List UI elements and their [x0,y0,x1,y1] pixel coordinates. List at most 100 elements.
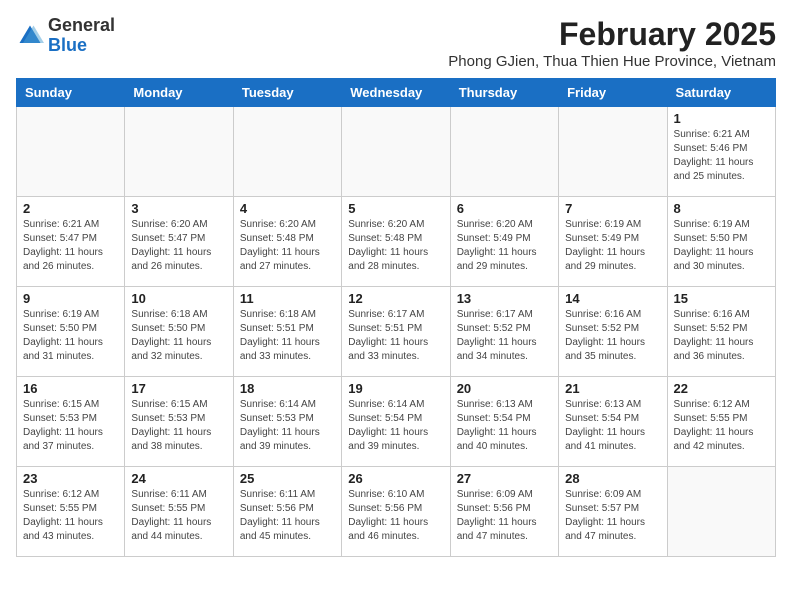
calendar-header-thursday: Thursday [450,79,558,107]
calendar-cell: 11 Sunrise: 6:18 AM Sunset: 5:51 PM Dayli… [233,287,341,377]
calendar-cell: 13 Sunrise: 6:17 AM Sunset: 5:52 PM Dayli… [450,287,558,377]
week-row-3: 9 Sunrise: 6:19 AM Sunset: 5:50 PM Daylig… [17,287,776,377]
calendar-cell: 19 Sunrise: 6:14 AM Sunset: 5:54 PM Dayli… [342,377,450,467]
day-number: 14 [565,291,660,306]
calendar-cell: 21 Sunrise: 6:13 AM Sunset: 5:54 PM Dayli… [559,377,667,467]
day-info: Sunrise: 6:18 AM Sunset: 5:50 PM Dayligh… [131,308,226,364]
calendar-header-monday: Monday [125,79,233,107]
day-info: Sunrise: 6:12 AM Sunset: 5:55 PM Dayligh… [674,398,769,454]
day-info: Sunrise: 6:11 AM Sunset: 5:56 PM Dayligh… [240,488,335,544]
day-info: Sunrise: 6:19 AM Sunset: 5:50 PM Dayligh… [674,218,769,274]
calendar-cell: 6 Sunrise: 6:20 AM Sunset: 5:49 PM Daylig… [450,197,558,287]
calendar-cell: 2 Sunrise: 6:21 AM Sunset: 5:47 PM Daylig… [17,197,125,287]
day-number: 15 [674,291,769,306]
calendar-cell [450,107,558,197]
day-number: 26 [348,471,443,486]
calendar-header-tuesday: Tuesday [233,79,341,107]
calendar-cell: 9 Sunrise: 6:19 AM Sunset: 5:50 PM Daylig… [17,287,125,377]
calendar-cell [667,467,775,557]
day-number: 6 [457,201,552,216]
calendar-table: SundayMondayTuesdayWednesdayThursdayFrid… [16,78,776,557]
calendar-cell: 7Sunrise: 6:19 AM Sunset: 5:49 PM Daylig… [559,197,667,287]
calendar-header-sunday: Sunday [17,79,125,107]
calendar-cell: 16 Sunrise: 6:15 AM Sunset: 5:53 PM Dayli… [17,377,125,467]
calendar-cell: 23 Sunrise: 6:12 AM Sunset: 5:55 PM Dayli… [17,467,125,557]
week-row-2: 2 Sunrise: 6:21 AM Sunset: 5:47 PM Daylig… [17,197,776,287]
calendar-header-wednesday: Wednesday [342,79,450,107]
calendar-cell: 18 Sunrise: 6:14 AM Sunset: 5:53 PM Dayli… [233,377,341,467]
day-info: Sunrise: 6:15 AM Sunset: 5:53 PM Dayligh… [131,398,226,454]
day-info: Sunrise: 6:17 AM Sunset: 5:52 PM Dayligh… [457,308,552,364]
calendar-subtitle: Phong GJien, Thua Thien Hue Province, Vi… [448,53,776,70]
logo: General Blue [16,16,115,56]
calendar-cell: 4 Sunrise: 6:20 AM Sunset: 5:48 PM Daylig… [233,197,341,287]
logo-icon [16,22,44,50]
day-number: 11 [240,291,335,306]
day-number: 10 [131,291,226,306]
day-info: Sunrise: 6:11 AM Sunset: 5:55 PM Dayligh… [131,488,226,544]
day-number: 3 [131,201,226,216]
day-number: 9 [23,291,118,306]
day-info: Sunrise: 6:19 AM Sunset: 5:50 PM Dayligh… [23,308,118,364]
day-number: 22 [674,381,769,396]
day-number: 21 [565,381,660,396]
day-info: Sunrise: 6:19 AM Sunset: 5:49 PM Dayligh… [565,218,660,274]
day-number: 28 [565,471,660,486]
day-number: 27 [457,471,552,486]
calendar-cell: 10 Sunrise: 6:18 AM Sunset: 5:50 PM Dayli… [125,287,233,377]
logo-blue-text: Blue [48,35,87,55]
calendar-cell: 12Sunrise: 6:17 AM Sunset: 5:51 PM Dayli… [342,287,450,377]
week-row-4: 16 Sunrise: 6:15 AM Sunset: 5:53 PM Dayli… [17,377,776,467]
day-number: 18 [240,381,335,396]
day-number: 19 [348,381,443,396]
calendar-cell: 20 Sunrise: 6:13 AM Sunset: 5:54 PM Dayli… [450,377,558,467]
day-info: Sunrise: 6:20 AM Sunset: 5:48 PM Dayligh… [348,218,443,274]
day-number: 5 [348,201,443,216]
calendar-cell: 8 Sunrise: 6:19 AM Sunset: 5:50 PM Daylig… [667,197,775,287]
day-number: 23 [23,471,118,486]
day-info: Sunrise: 6:15 AM Sunset: 5:53 PM Dayligh… [23,398,118,454]
day-number: 4 [240,201,335,216]
header: General Blue February 2025 Phong GJien, … [16,16,776,70]
calendar-cell [342,107,450,197]
day-number: 12 [348,291,443,306]
calendar-cell: 27 Sunrise: 6:09 AM Sunset: 5:56 PM Dayli… [450,467,558,557]
day-number: 13 [457,291,552,306]
calendar-title: February 2025 [448,16,776,53]
day-number: 20 [457,381,552,396]
day-number: 8 [674,201,769,216]
day-number: 24 [131,471,226,486]
logo-general-text: General [48,15,115,35]
day-info: Sunrise: 6:12 AM Sunset: 5:55 PM Dayligh… [23,488,118,544]
day-number: 2 [23,201,118,216]
day-info: Sunrise: 6:20 AM Sunset: 5:49 PM Dayligh… [457,218,552,274]
week-row-5: 23 Sunrise: 6:12 AM Sunset: 5:55 PM Dayli… [17,467,776,557]
title-block: February 2025 Phong GJien, Thua Thien Hu… [448,16,776,70]
calendar-cell [559,107,667,197]
day-info: Sunrise: 6:09 AM Sunset: 5:56 PM Dayligh… [457,488,552,544]
day-number: 1 [674,111,769,126]
calendar-cell: 14 Sunrise: 6:16 AM Sunset: 5:52 PM Dayli… [559,287,667,377]
calendar-cell: 1 Sunrise: 6:21 AM Sunset: 5:46 PM Daylig… [667,107,775,197]
day-info: Sunrise: 6:20 AM Sunset: 5:48 PM Dayligh… [240,218,335,274]
calendar-header-friday: Friday [559,79,667,107]
day-number: 17 [131,381,226,396]
day-info: Sunrise: 6:13 AM Sunset: 5:54 PM Dayligh… [565,398,660,454]
calendar-header-row: SundayMondayTuesdayWednesdayThursdayFrid… [17,79,776,107]
day-info: Sunrise: 6:18 AM Sunset: 5:51 PM Dayligh… [240,308,335,364]
calendar-cell: 22 Sunrise: 6:12 AM Sunset: 5:55 PM Dayli… [667,377,775,467]
day-info: Sunrise: 6:13 AM Sunset: 5:54 PM Dayligh… [457,398,552,454]
day-info: Sunrise: 6:21 AM Sunset: 5:47 PM Dayligh… [23,218,118,274]
day-number: 16 [23,381,118,396]
calendar-cell: 3 Sunrise: 6:20 AM Sunset: 5:47 PM Daylig… [125,197,233,287]
day-info: Sunrise: 6:14 AM Sunset: 5:53 PM Dayligh… [240,398,335,454]
calendar-cell: 17 Sunrise: 6:15 AM Sunset: 5:53 PM Dayli… [125,377,233,467]
day-info: Sunrise: 6:21 AM Sunset: 5:46 PM Dayligh… [674,128,769,184]
day-info: Sunrise: 6:14 AM Sunset: 5:54 PM Dayligh… [348,398,443,454]
calendar-cell [125,107,233,197]
day-info: Sunrise: 6:16 AM Sunset: 5:52 PM Dayligh… [674,308,769,364]
calendar-header-saturday: Saturday [667,79,775,107]
calendar-cell: 25Sunrise: 6:11 AM Sunset: 5:56 PM Dayli… [233,467,341,557]
day-info: Sunrise: 6:16 AM Sunset: 5:52 PM Dayligh… [565,308,660,364]
day-info: Sunrise: 6:20 AM Sunset: 5:47 PM Dayligh… [131,218,226,274]
